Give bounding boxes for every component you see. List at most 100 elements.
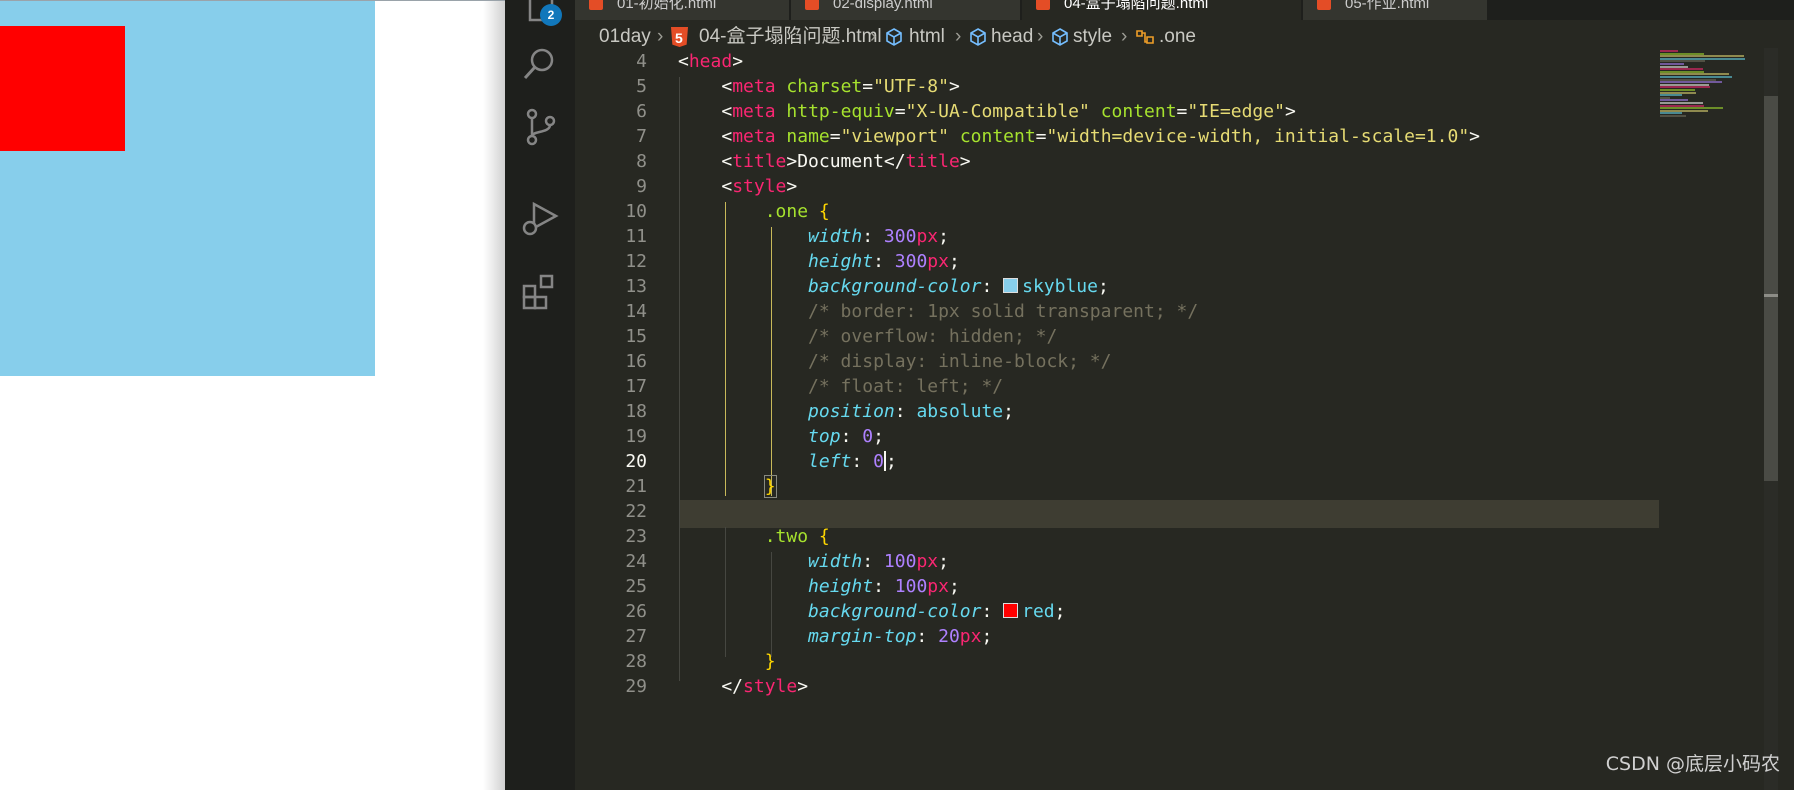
notification-badge: 2: [540, 4, 562, 26]
code-token: skyblue: [1022, 276, 1098, 297]
line-number: 23: [625, 526, 647, 547]
line-number: 15: [625, 326, 647, 347]
run-debug-icon[interactable]: [520, 198, 560, 238]
tab-01[interactable]: 01-初始化.html: [575, 0, 790, 20]
line-number: 18: [625, 401, 647, 422]
line-code: /* overflow: hidden; */: [678, 323, 1057, 351]
scrollbar-thumb[interactable]: [1764, 96, 1778, 481]
code-token: background-color: [808, 276, 982, 297]
line-number: 6: [636, 101, 647, 122]
code-token: width: [808, 551, 863, 572]
tab-04-active[interactable]: 04-盒子塌陷问题.html: [1022, 0, 1302, 20]
code-line: 8 <title>Document</title>: [575, 148, 1714, 176]
code-token: .two: [764, 526, 809, 547]
line-number: 16: [625, 351, 647, 372]
code-token: style: [732, 176, 787, 197]
code-token: head: [688, 51, 733, 72]
vertical-scrollbar[interactable]: [1764, 48, 1778, 790]
code-line: 4 <head>: [575, 48, 1714, 76]
line-code: background-color: red;: [678, 598, 1065, 626]
search-icon[interactable]: [520, 44, 560, 84]
code-line: 5 <meta charset="UTF-8">: [575, 73, 1714, 101]
code-token: ;: [1054, 601, 1066, 622]
code-token: /* float: left; */: [808, 376, 1004, 397]
line-number: 8: [636, 151, 647, 172]
minimap[interactable]: [1654, 48, 1749, 790]
code-token: 300: [894, 251, 928, 272]
code-token: px: [916, 551, 939, 572]
line-number: 29: [625, 676, 647, 697]
extensions-icon[interactable]: [520, 272, 560, 312]
code-line: 23 .two {: [575, 523, 1714, 551]
color-swatch-icon: [1003, 278, 1019, 293]
code-token: >Document</: [786, 151, 906, 172]
code-token: <: [678, 51, 689, 72]
line-code: <meta charset="UTF-8">: [678, 73, 959, 101]
code-line: 26 background-color: red;: [575, 598, 1714, 626]
code-token: "viewport": [840, 126, 949, 147]
code-token: background-color: [808, 601, 982, 622]
tab-02[interactable]: 02-display.html: [791, 0, 1021, 20]
code-token: 20: [938, 626, 960, 647]
code-token: px: [959, 626, 982, 647]
code-token: top: [808, 426, 841, 447]
code-token: :: [851, 451, 874, 472]
code-area[interactable]: 4 <head> 5 <meta charset="UTF-8"> 6 <meta h…: [575, 48, 1714, 790]
line-code: height: 300px;: [678, 248, 960, 276]
code-token: :: [873, 576, 895, 597]
element-cube-icon: [1052, 28, 1068, 46]
code-line: 25 height: 100px;: [575, 573, 1714, 601]
line-number: 4: [636, 51, 647, 72]
tab-label: 01-初始化.html: [617, 0, 717, 12]
code-token: :: [862, 226, 884, 247]
html-file-icon: [1036, 0, 1050, 10]
activity-bar: 2: [505, 0, 575, 790]
code-token: content: [959, 126, 1036, 147]
code-line: 18 position: absolute;: [575, 398, 1714, 426]
code-line: 7 <meta name="viewport" content="width=d…: [575, 123, 1714, 151]
code-token: >: [797, 676, 809, 697]
line-number: 19: [625, 426, 647, 447]
code-line: 13 background-color: skyblue;: [575, 273, 1714, 301]
code-token: <: [678, 176, 733, 197]
line-number: 26: [625, 601, 647, 622]
code-token: absolute: [916, 401, 1004, 422]
scrollbar-marker: [1764, 294, 1778, 297]
source-control-icon[interactable]: [520, 107, 560, 147]
code-token: red: [1022, 601, 1055, 622]
code-token: px: [927, 576, 949, 597]
line-number: 17: [625, 376, 647, 397]
code-token: }: [763, 475, 777, 498]
code-token: ;: [948, 251, 960, 272]
code-token: meta: [732, 126, 776, 147]
code-token: =: [1035, 126, 1047, 147]
code-token: "IE=edge": [1187, 101, 1285, 122]
line-code: <head>: [678, 48, 743, 76]
code-line: 14 /* border: 1px solid transparent; */: [575, 298, 1714, 326]
code-token: ;: [981, 626, 993, 647]
code-token: margin-top: [808, 626, 917, 647]
tab-05[interactable]: 05-作业.html: [1303, 0, 1488, 20]
code-token: position: [808, 401, 895, 422]
code-token: content: [1100, 101, 1177, 122]
code-line: 11 width: 300px;: [575, 223, 1714, 251]
line-number: 5: [636, 76, 647, 97]
code-token: }: [764, 651, 776, 672]
code-token: ;: [1003, 401, 1014, 422]
code-token: ;: [938, 551, 949, 572]
code-line: 16 /* display: inline-block; */: [575, 348, 1714, 376]
code-token: left: [808, 451, 852, 472]
code-token: :: [916, 626, 939, 647]
line-code: .one {: [678, 198, 830, 226]
line-number: 21: [625, 476, 647, 497]
code-token: >: [1469, 126, 1480, 147]
line-code: margin-top: 20px;: [678, 623, 992, 651]
code-line: 9 <style>: [575, 173, 1714, 201]
